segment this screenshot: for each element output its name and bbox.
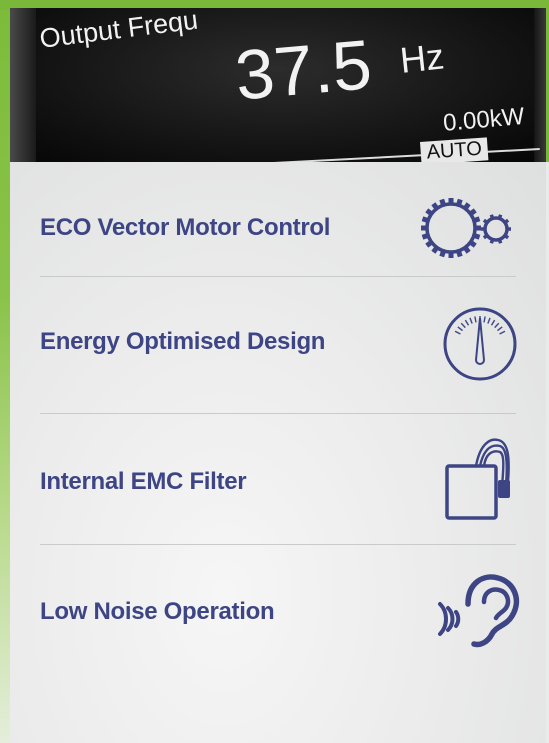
display-mode-indicator: AUTO bbox=[420, 137, 489, 162]
display-frequency-value: 37.5 bbox=[232, 25, 375, 115]
display-bezel-right bbox=[534, 8, 546, 162]
drive-display-photo: Output Frequ 37.5 Hz 0.00kW AUTO bbox=[10, 8, 546, 162]
feature-item-emc-filter: Internal EMC Filter bbox=[40, 434, 516, 544]
gears-icon bbox=[421, 198, 511, 258]
feature-label: Low Noise Operation bbox=[40, 598, 275, 625]
feature-item-energy-optimised: Energy Optimised Design bbox=[40, 298, 517, 408]
feature-divider bbox=[40, 276, 516, 277]
ear-sound-icon bbox=[438, 574, 520, 648]
feature-item-eco-vector: ECO Vector Motor Control bbox=[40, 184, 516, 276]
gauge-icon bbox=[443, 307, 517, 381]
feature-label: Internal EMC Filter bbox=[40, 468, 247, 495]
feature-divider bbox=[40, 544, 516, 545]
display-bezel-left bbox=[10, 8, 36, 162]
feature-panel: ECO Vector Motor Control Energy Optimise… bbox=[10, 162, 546, 743]
feature-divider bbox=[40, 413, 516, 414]
display-frequency-unit: Hz bbox=[398, 35, 447, 81]
feature-label: ECO Vector Motor Control bbox=[40, 214, 331, 241]
display-label: Output Frequ bbox=[38, 8, 200, 54]
feature-item-low-noise: Low Noise Operation bbox=[40, 566, 520, 676]
feature-label: Energy Optimised Design bbox=[40, 328, 326, 355]
filter-cable-icon bbox=[445, 438, 510, 520]
display-power-value: 0.00kW bbox=[442, 102, 526, 137]
